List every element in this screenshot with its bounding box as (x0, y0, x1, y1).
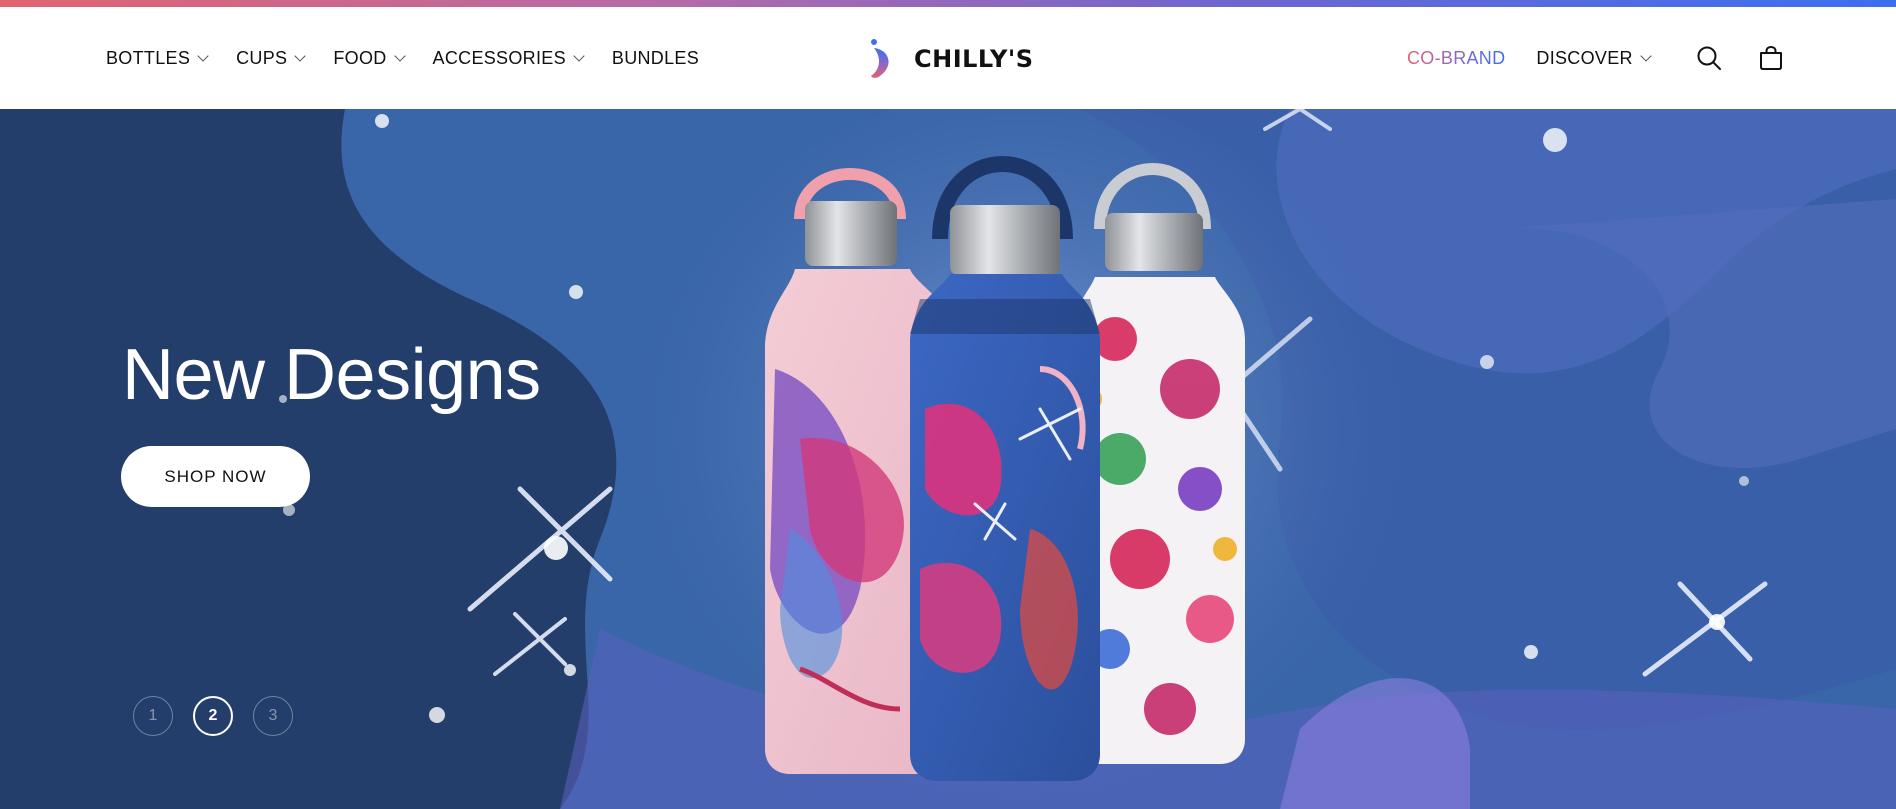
chevron-down-icon (1640, 49, 1652, 62)
slide-dot-3[interactable]: 3 (253, 696, 293, 736)
chilly-logo-icon (871, 39, 889, 78)
brand-gradient-bar (0, 0, 1896, 7)
slide-dot-2[interactable]: 2 (193, 696, 233, 736)
hero-title: New Designs (122, 335, 541, 415)
brand-logo[interactable]: CHILLY'S (868, 37, 1034, 81)
nav-item-label: BUNDLES (611, 47, 700, 68)
nav-item-label: BOTTLES (106, 47, 191, 68)
nav-item-label: CUPS (236, 47, 288, 68)
secondary-nav: CO-BRAND DISCOVER (1407, 7, 1786, 109)
hero-banner[interactable]: New Designs SHOP NOW 1 2 3 (0, 109, 1896, 809)
site-header: BOTTLES CUPS FOOD ACCESSORIES BUNDLES CH… (0, 7, 1896, 109)
chevron-down-icon (393, 49, 406, 62)
primary-nav: BOTTLES CUPS FOOD ACCESSORIES BUNDLES (106, 7, 728, 109)
shopping-bag-icon (1759, 45, 1782, 70)
brand-name: CHILLY'S (914, 45, 1034, 73)
nav-item-label: DISCOVER (1536, 47, 1633, 68)
nav-item-bundles[interactable]: BUNDLES (612, 48, 699, 69)
nav-item-label: FOOD (333, 47, 387, 68)
nav-item-cobrand[interactable]: CO-BRAND (1407, 48, 1505, 69)
slide-dot-1[interactable]: 1 (133, 696, 173, 736)
cart-button[interactable] (1756, 43, 1786, 73)
search-button[interactable] (1694, 43, 1724, 73)
chevron-down-icon (294, 49, 307, 62)
chevron-down-icon (573, 49, 585, 62)
nav-item-label: ACCESSORIES (432, 47, 566, 68)
nav-item-accessories[interactable]: ACCESSORIES (432, 47, 585, 69)
nav-item-discover[interactable]: DISCOVER (1536, 47, 1652, 69)
nav-item-cups[interactable]: CUPS (236, 47, 307, 69)
nav-item-bottles[interactable]: BOTTLES (106, 47, 209, 69)
nav-item-food[interactable]: FOOD (333, 47, 406, 69)
shop-now-button[interactable]: SHOP NOW (121, 446, 310, 507)
chevron-down-icon (197, 49, 209, 62)
slider-pagination: 1 2 3 (133, 696, 313, 736)
search-icon (1697, 46, 1721, 70)
